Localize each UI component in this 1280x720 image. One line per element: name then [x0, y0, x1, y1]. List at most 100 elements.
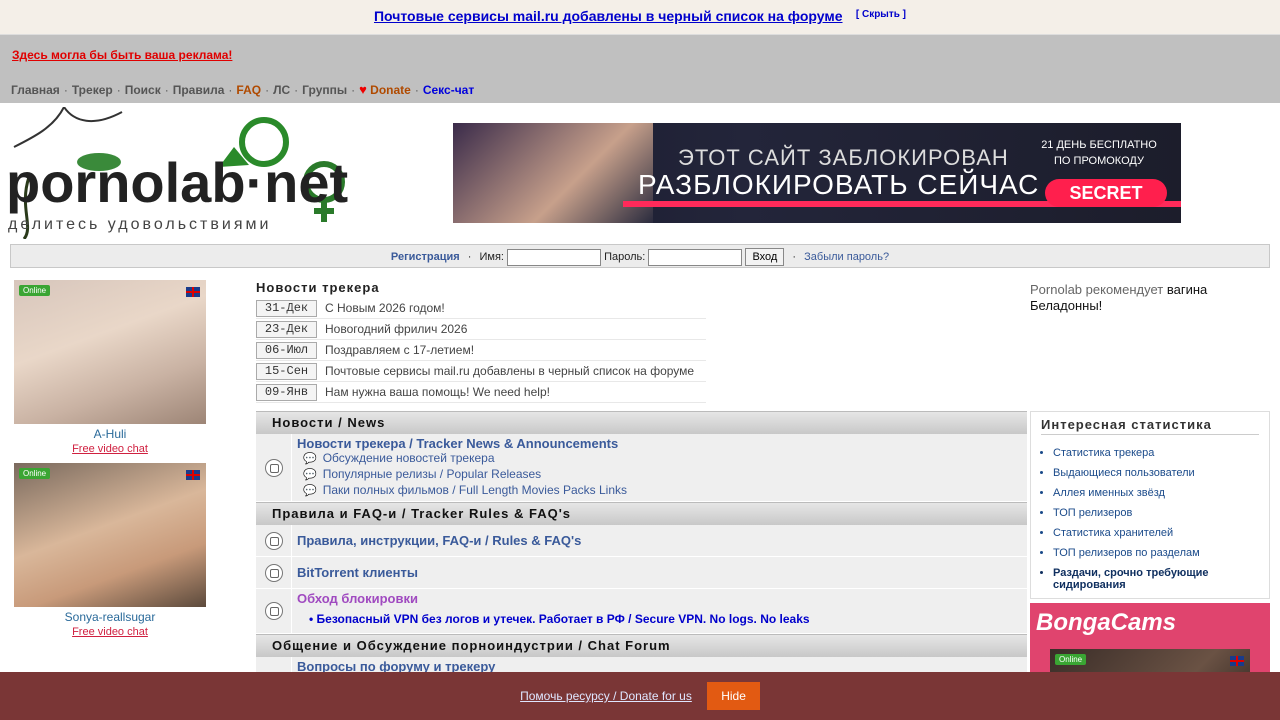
login-button[interactable]: Вход [745, 248, 785, 266]
news-date: 06-Июл [256, 341, 317, 359]
login-bar: Регистрация · Имя: Пароль: Вход · Забыли… [10, 244, 1270, 268]
forum-title[interactable]: Обход блокировки [297, 591, 418, 606]
news-title: Новости трекера [256, 280, 380, 295]
forum-list: Новости / News Новости трекера / Tracker… [256, 411, 1027, 687]
news-item: 15-Сен Почтовые сервисы mail.ru добавлен… [256, 361, 706, 382]
stats-box: Интересная статистика Статистика трекера… [1030, 411, 1270, 599]
cam-name[interactable]: A-Huli [14, 427, 206, 441]
nav-separator: · [351, 83, 356, 97]
category-header[interactable]: Новости / News [256, 411, 1027, 434]
password-input[interactable] [648, 248, 743, 266]
banner-promo: 21 ДЕНЬ БЕСПЛАТНО ПО ПРОМОКОДУ [1041, 139, 1157, 167]
forum-icon-cell [256, 589, 292, 633]
news-item: 06-Июл Поздравляем с 17-летием! [256, 340, 706, 361]
username-label: Имя: [479, 250, 504, 263]
nav-groups[interactable]: Группы [302, 83, 347, 97]
nav-pm[interactable]: ЛС [273, 83, 290, 97]
nav-tracker[interactable]: Трекер [72, 83, 113, 97]
forum-body: Обход блокировки • Безопасный VPN без ло… [292, 589, 1027, 633]
announcement-link[interactable]: Почтовые сервисы mail.ru добавлены в чер… [374, 8, 843, 24]
nav-faq[interactable]: FAQ [236, 83, 261, 97]
news-link[interactable]: С Новым 2026 годом! [325, 301, 445, 315]
top-bar: Здесь могла бы быть ваша реклама! Главна… [0, 35, 1280, 103]
news-link[interactable]: Почтовые сервисы mail.ru добавлены в чер… [325, 364, 694, 378]
nav-donate[interactable]: Donate [370, 83, 411, 97]
nav-rules[interactable]: Правила [173, 83, 225, 97]
forum-body: Правила, инструкции, FAQ-и / Rules & FAQ… [292, 525, 1027, 556]
nav-separator: · [265, 83, 270, 97]
forum-folder-icon [264, 531, 283, 550]
stats-link[interactable]: Статистика трекера [1053, 447, 1269, 459]
nav-home[interactable]: Главная [11, 83, 60, 97]
online-badge: Online [19, 468, 51, 479]
speech-bubble-icon: 💬 [303, 469, 317, 481]
stats-link[interactable]: Выдающиеся пользователи [1053, 467, 1269, 479]
forum-folder-icon [264, 563, 283, 582]
hide-announcement-link[interactable]: [ Скрыть ] [856, 9, 906, 20]
online-badge: Online [19, 285, 51, 296]
nav-separator: · [294, 83, 299, 97]
subforum-link[interactable]: 💬 Обсуждение новостей трекера [303, 451, 1022, 467]
nav-separator: · [116, 83, 121, 97]
cam-card[interactable]: Online A-Huli Free video chat [14, 280, 206, 455]
speech-bubble-icon: 💬 [303, 485, 317, 497]
news-item: 23-Дек Новогодний фрилич 2026 [256, 319, 706, 340]
speech-bubble-icon: 💬 [303, 453, 317, 465]
news-date: 09-Янв [256, 383, 317, 401]
nav-sexchat[interactable]: Секс-чат [423, 83, 474, 97]
donate-link[interactable]: Помочь ресурсу / Donate for us [520, 689, 692, 703]
left-sidebar: Online A-Huli Free video chat Online Son… [14, 280, 206, 646]
news-link[interactable]: Поздравляем с 17-летием! [325, 343, 474, 357]
forum-icon-cell [256, 434, 292, 501]
bongacams-logo: BongaCams [1036, 609, 1177, 636]
vpn-ad-link[interactable]: • Безопасный VPN без логов и утечек. Раб… [309, 612, 1022, 626]
news-item: 09-Янв Нам нужна ваша помощь! We need he… [256, 382, 706, 403]
subforum-link[interactable]: 💬 Паки полных фильмов / Full Length Movie… [303, 483, 1022, 499]
category-header[interactable]: Правила и FAQ-и / Tracker Rules & FAQ's [256, 502, 1027, 525]
forgot-password-link[interactable]: Забыли пароль? [804, 251, 889, 263]
forum-title[interactable]: BitTorrent клиенты [297, 565, 418, 580]
uk-flag-icon [1230, 656, 1244, 666]
free-video-chat-link[interactable]: Free video chat [14, 443, 206, 455]
forum-folder-icon [264, 602, 283, 620]
forum-icon-cell [256, 525, 292, 556]
nav-separator: · [228, 83, 233, 97]
nav-separator: · [63, 83, 68, 97]
forum-title[interactable]: Новости трекера / Tracker News & Announc… [297, 436, 618, 451]
banner-button[interactable]: SECRET [1045, 179, 1167, 207]
recommend-prefix: Pornolab рекомендует [1030, 282, 1164, 297]
subforum-link[interactable]: 💬 Популярные релизы / Popular Releases [303, 467, 1022, 483]
stats-link[interactable]: Раздачи, срочно требующие сидирования [1053, 567, 1269, 591]
hide-footer-button[interactable]: Hide [707, 682, 760, 710]
stats-link[interactable]: ТОП релизеров [1053, 507, 1269, 519]
news-link[interactable]: Нам нужна ваша помощь! We need help! [325, 385, 550, 399]
announcement-bar: Почтовые сервисы mail.ru добавлены в чер… [0, 0, 1280, 35]
tracker-news: Новости трекера 31-Дек С Новым 2026 годо… [256, 280, 706, 403]
news-date: 15-Сен [256, 362, 317, 380]
username-input[interactable] [507, 248, 602, 266]
nav-search[interactable]: Поиск [125, 83, 161, 97]
stats-link[interactable]: Статистика хранителей [1053, 527, 1269, 539]
ad-banner[interactable]: ЭТОТ САЙТ ЗАБЛОКИРОВАН РАЗБЛОКИРОВАТЬ СЕ… [453, 123, 1181, 223]
header-row: pornolab·net делитесь удовольствиями ЭТО… [0, 103, 1280, 243]
cam-name[interactable]: Sonya-reallsugar [14, 610, 206, 624]
stats-link[interactable]: Аллея именных звёзд [1053, 487, 1269, 499]
forum-title[interactable]: Правила, инструкции, FAQ-и / Rules & FAQ… [297, 533, 581, 548]
cam-card[interactable]: Online Sonya-reallsugar Free video chat [14, 463, 206, 638]
forum-row: BitTorrent клиенты [256, 557, 1027, 589]
cam-thumbnail[interactable]: Online [14, 463, 206, 607]
uk-flag-icon [186, 470, 200, 480]
register-link[interactable]: Регистрация [391, 251, 460, 263]
nav-separator: · [414, 83, 419, 97]
forum-body: BitTorrent клиенты [292, 557, 1027, 588]
news-link[interactable]: Новогодний фрилич 2026 [325, 322, 467, 336]
nav-separator: · [164, 83, 169, 97]
ad-link[interactable]: Здесь могла бы быть ваша реклама! [12, 48, 232, 62]
login-separator: · [467, 250, 472, 263]
category-header[interactable]: Общение и Обсуждение порноиндустрии / Ch… [256, 634, 1027, 657]
cam-thumbnail[interactable]: Online [14, 280, 206, 424]
free-video-chat-link[interactable]: Free video chat [14, 626, 206, 638]
site-logo[interactable]: pornolab·net делитесь удовольствиями [4, 107, 356, 239]
stats-link[interactable]: ТОП релизеров по разделам [1053, 547, 1269, 559]
news-date: 31-Дек [256, 299, 317, 317]
